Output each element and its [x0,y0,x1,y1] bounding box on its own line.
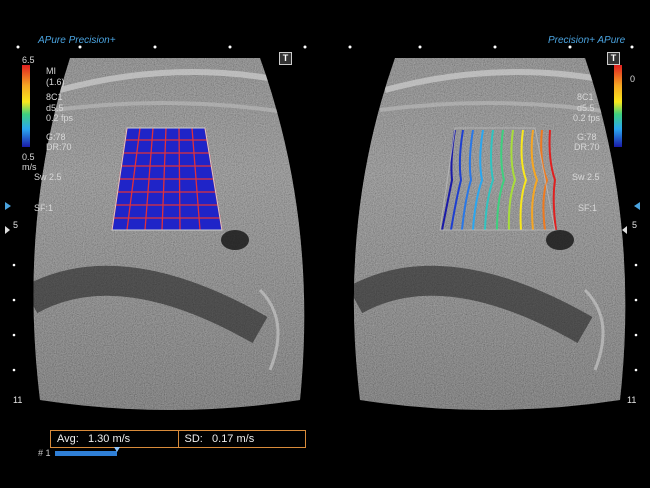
avg-cell: Avg: 1.30 m/s [51,431,178,447]
right-param-sf: SF:1 [578,203,598,213]
right-depth-11: 11 [627,395,637,405]
avg-label: Avg: [57,433,79,445]
left-param-mi-value: (1.6) [46,77,65,87]
left-param-depth: d5.5 [46,103,64,113]
measurement-box: Avg: 1.30 m/s SD: 0.17 m/s [50,430,306,448]
ultrasound-images [5,45,640,410]
left-depth-11: 11 [13,395,23,405]
left-param-gain: G:78 [46,132,66,142]
right-color-scale-bar-icon [614,65,622,147]
left-param-dr: DR:70 [46,142,72,152]
left-scale-bottom: 0.5 [22,152,35,162]
right-param-probe: 8C1 [577,92,594,102]
sd-value: 0.17 m/s [212,433,255,445]
cine-marker-icon[interactable] [114,447,120,452]
right-depth-5: 5 [632,220,638,230]
cine-progress-bar[interactable] [55,451,117,456]
grid-overlay-icon [111,127,223,231]
left-param-probe: 8C1 [46,92,63,102]
left-param-sw: Sw 2.5 [34,172,62,182]
sd-label: SD: [184,433,203,445]
sd-cell: SD: 0.17 m/s [177,431,306,447]
left-scale-unit: m/s [22,162,37,172]
ultrasound-screen: APure Precision+ Precision+ APure T T 6.… [0,0,650,488]
left-scale-top: 6.5 [22,55,35,65]
left-depth-5: 5 [13,220,19,230]
right-param-gain: G:78 [577,132,597,142]
left-param-mi: MI [46,66,56,76]
right-param-sw: Sw 2.5 [572,172,600,182]
right-scale-top: 0 [630,74,636,84]
avg-value: 1.30 m/s [87,433,131,445]
left-brand-label: APure Precision+ [38,35,116,46]
right-param-fps: 0.2 fps [573,113,601,123]
right-t-button-icon[interactable]: T [607,52,620,65]
left-t-button-icon[interactable]: T [279,52,292,65]
left-param-sf: SF:1 [34,203,54,213]
right-brand-label: Precision+ APure [548,35,626,46]
left-color-scale-bar-icon [22,65,30,147]
right-param-dr: DR:70 [574,142,600,152]
right-param-depth: d5.5 [577,103,595,113]
left-param-fps: 0.2 fps [46,113,74,123]
cine-label: # 1 [38,448,51,458]
